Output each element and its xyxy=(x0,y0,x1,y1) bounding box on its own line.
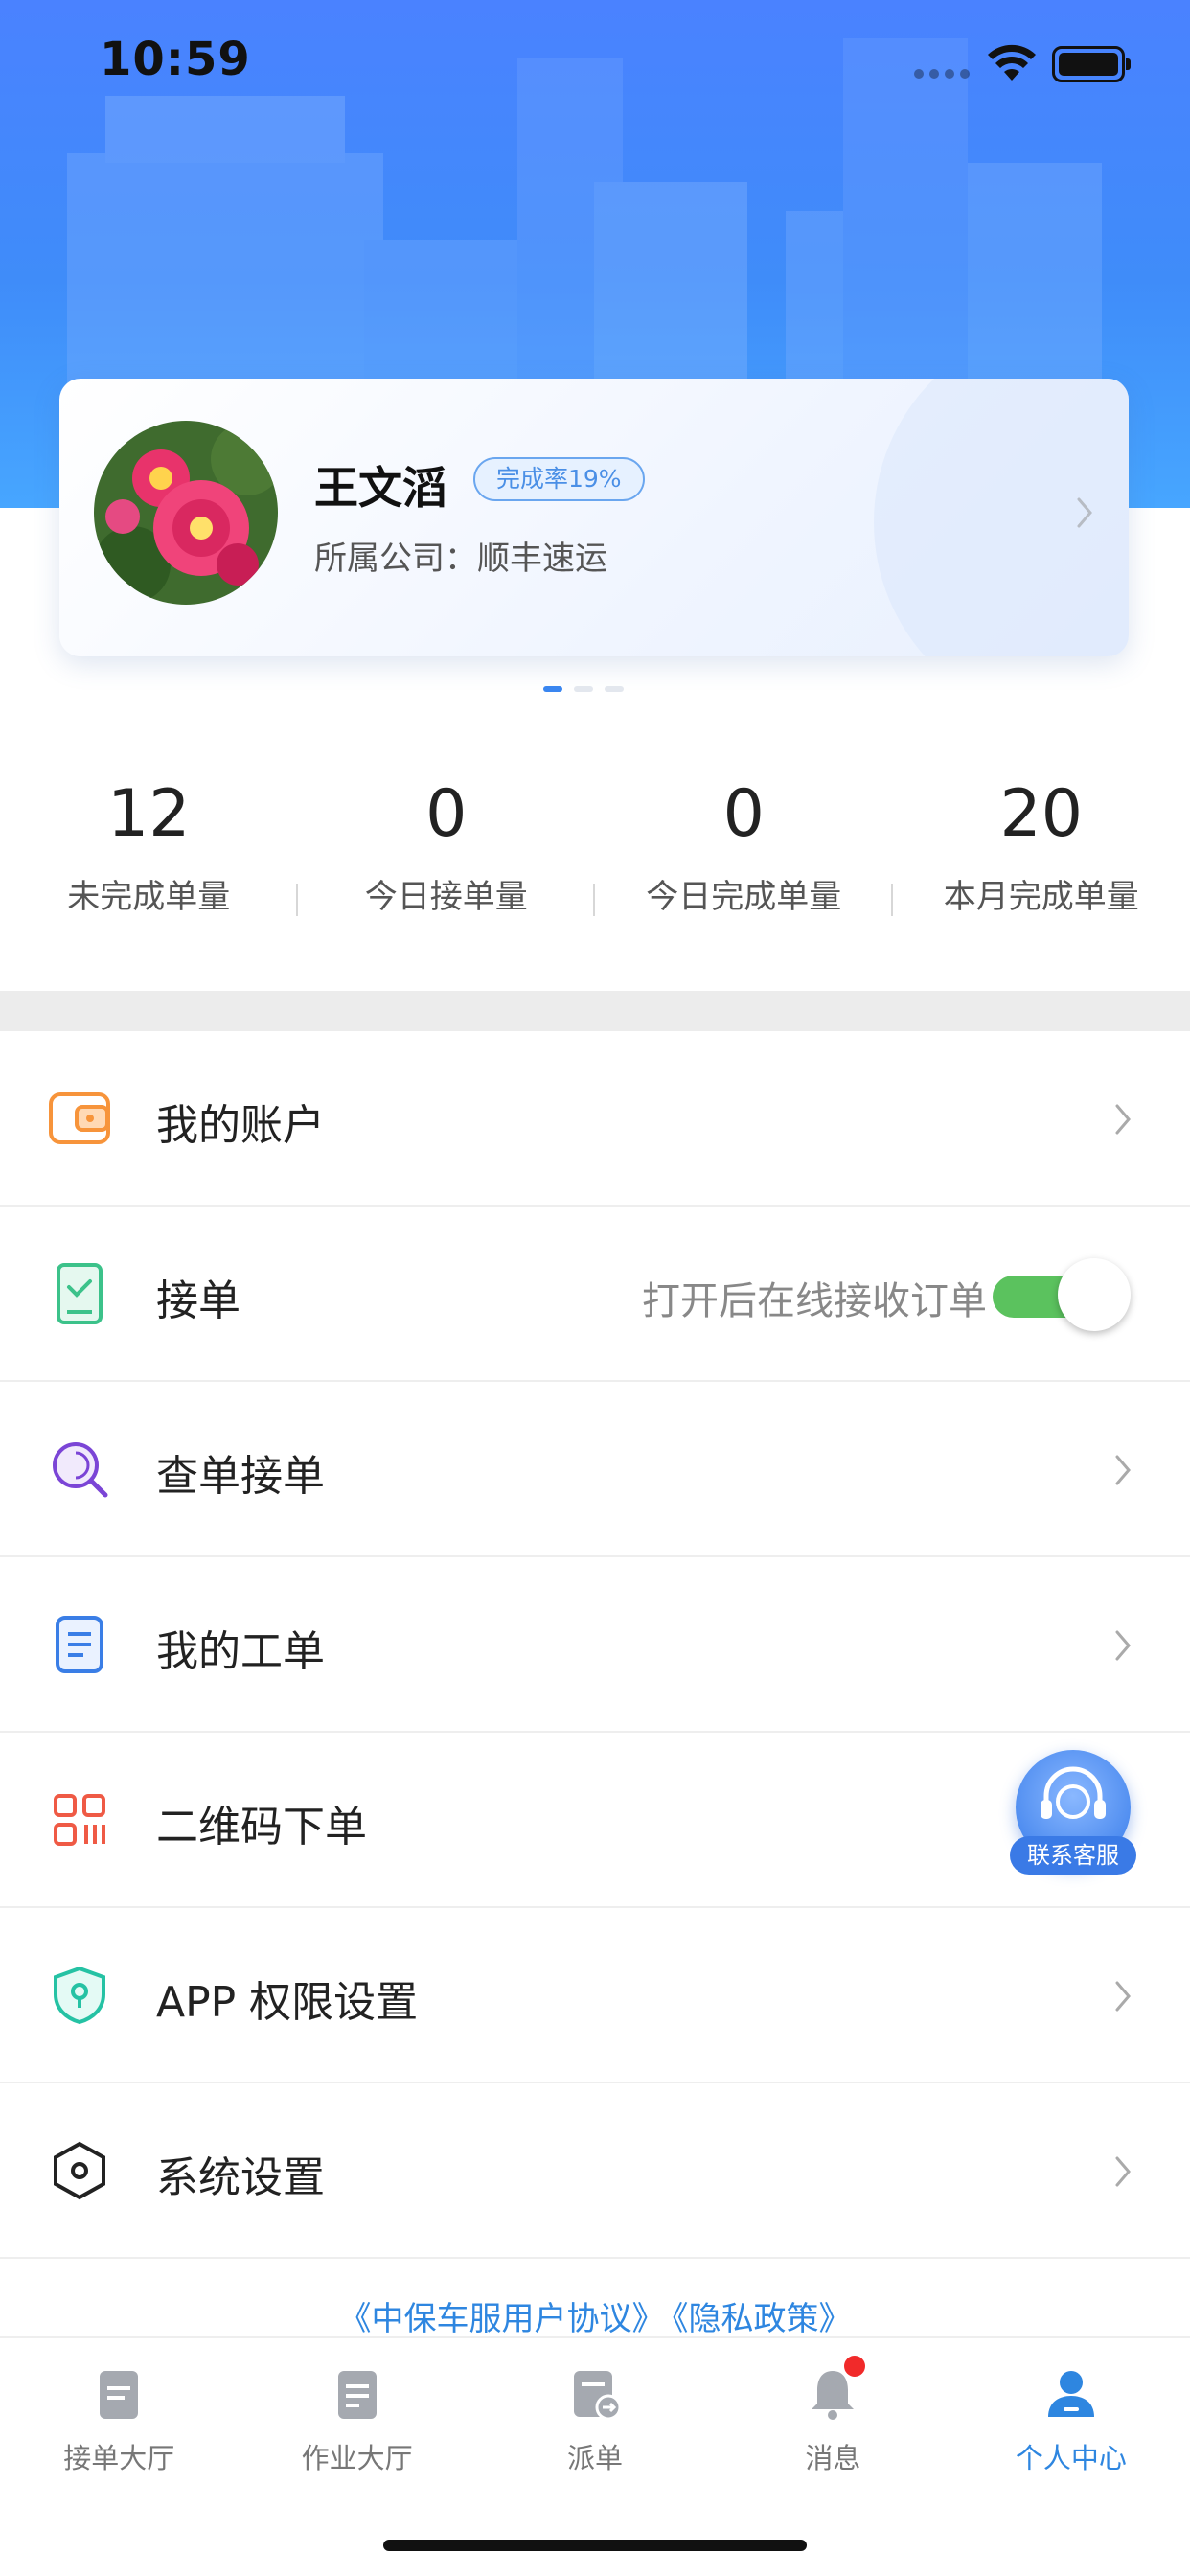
menu-item-accept-orders: 接单 打开后在线接收订单 xyxy=(0,1207,1190,1382)
chevron-right-icon xyxy=(1115,1981,1131,2012)
menu-item-label: APP 权限设置 xyxy=(156,1978,419,2027)
shield-icon xyxy=(48,1964,111,2027)
menu-item-label: 我的工单 xyxy=(156,1627,325,1676)
stat-value: 0 xyxy=(425,776,468,852)
menu-item-label: 系统设置 xyxy=(156,2153,325,2202)
stat-month-completed[interactable]: 20 本月完成单量 xyxy=(893,776,1190,939)
tab-label: 个人中心 xyxy=(1015,2442,1127,2474)
order-hall-icon xyxy=(100,2371,139,2419)
status-time: 10:59 xyxy=(100,33,251,86)
agreement-links: 《中保车服用户协议》 《隐私政策》 xyxy=(0,2292,1190,2339)
chevron-right-icon xyxy=(1115,2156,1131,2187)
tab-label: 派单 xyxy=(567,2442,624,2474)
tab-work-hall[interactable]: 作业大厅 xyxy=(238,2338,475,2482)
privacy-policy-link[interactable]: 《隐私政策》 xyxy=(673,2300,852,2338)
dispatch-icon xyxy=(574,2371,622,2421)
profile-card[interactable]: 王文滔 完成率19% 所属公司：顺丰速运 xyxy=(59,379,1129,656)
contact-service-label: 联系客服 xyxy=(1010,1836,1136,1874)
unread-badge xyxy=(844,2356,866,2377)
contact-service-button[interactable]: 联系客服 xyxy=(1010,1750,1136,1876)
section-divider xyxy=(0,991,1190,1031)
stat-today-completed[interactable]: 0 今日完成单量 xyxy=(595,776,893,939)
tab-label: 接单大厅 xyxy=(63,2442,175,2474)
menu-item-my-work-orders[interactable]: 我的工单 xyxy=(0,1557,1190,1733)
stat-label: 今日接单量 xyxy=(364,878,528,916)
chevron-right-icon xyxy=(1115,1104,1131,1135)
status-bar: 10:59 xyxy=(0,0,1190,126)
qr-code-icon xyxy=(48,1788,111,1852)
company-label: 所属公司：顺丰速运 xyxy=(314,540,607,578)
user-icon xyxy=(1047,2371,1094,2417)
menu-item-label: 查单接单 xyxy=(156,1452,325,1501)
stat-value: 0 xyxy=(722,776,765,852)
chevron-right-icon xyxy=(1115,1455,1131,1485)
accept-orders-toggle[interactable] xyxy=(993,1258,1131,1331)
menu-item-label: 接单 xyxy=(156,1276,240,1325)
carousel-dots xyxy=(543,686,624,692)
chevron-right-icon xyxy=(1115,1630,1131,1661)
accept-orders-hint: 打开后在线接收订单 xyxy=(642,1279,987,1323)
hexagon-settings-icon xyxy=(48,2139,111,2202)
menu-item-app-permissions[interactable]: APP 权限设置 xyxy=(0,1908,1190,2083)
menu-item-system-settings[interactable]: 系统设置 xyxy=(0,2083,1190,2259)
stat-label: 今日完成单量 xyxy=(646,878,842,916)
carousel-dot xyxy=(574,686,593,692)
stats-row: 12 未完成单量 0 今日接单量 0 今日完成单量 20 本月完成单量 xyxy=(0,776,1190,939)
search-icon xyxy=(48,1438,111,1501)
wallet-icon xyxy=(48,1087,111,1150)
stat-label: 本月完成单量 xyxy=(943,878,1139,916)
carousel-dot xyxy=(543,686,562,692)
battery-icon xyxy=(1052,46,1131,82)
tab-label: 消息 xyxy=(805,2442,861,2474)
completion-rate-badge: 完成率19% xyxy=(473,457,645,501)
menu-item-label: 我的账户 xyxy=(156,1101,325,1150)
menu-item-search-orders[interactable]: 查单接单 xyxy=(0,1382,1190,1557)
stat-label: 未完成单量 xyxy=(67,878,231,916)
tab-messages[interactable]: 消息 xyxy=(714,2338,951,2482)
avatar[interactable] xyxy=(94,421,278,605)
stat-value: 20 xyxy=(999,776,1084,852)
stat-value: 12 xyxy=(106,776,191,852)
menu-list: 我的账户 接单 打开后在线接收订单 查单接单 我的工单 二维码下单 APP 权限… xyxy=(0,1031,1190,2259)
avatar-flower-image xyxy=(94,421,278,605)
toggle-knob xyxy=(1058,1258,1131,1331)
wifi-icon xyxy=(988,44,1036,80)
tab-label: 作业大厅 xyxy=(301,2442,413,2474)
menu-item-my-account[interactable]: 我的账户 xyxy=(0,1031,1190,1207)
menu-item-label: 二维码下单 xyxy=(156,1803,367,1852)
stat-unfinished[interactable]: 12 未完成单量 xyxy=(0,776,298,939)
user-agreement-link[interactable]: 《中保车服用户协议》 xyxy=(339,2300,665,2338)
stat-today-received[interactable]: 0 今日接单量 xyxy=(298,776,595,939)
tab-dispatch[interactable]: 派单 xyxy=(476,2338,714,2482)
work-hall-icon xyxy=(337,2371,377,2419)
home-indicator xyxy=(383,2540,807,2551)
chevron-right-icon xyxy=(1077,497,1092,528)
user-name: 王文滔 xyxy=(314,462,446,514)
tab-order-hall[interactable]: 接单大厅 xyxy=(0,2338,238,2482)
tab-personal-center[interactable]: 个人中心 xyxy=(952,2338,1190,2482)
order-tablet-icon xyxy=(48,1262,111,1325)
cellular-signal-icon xyxy=(914,69,970,79)
carousel-dot xyxy=(605,686,624,692)
document-icon xyxy=(48,1613,111,1676)
